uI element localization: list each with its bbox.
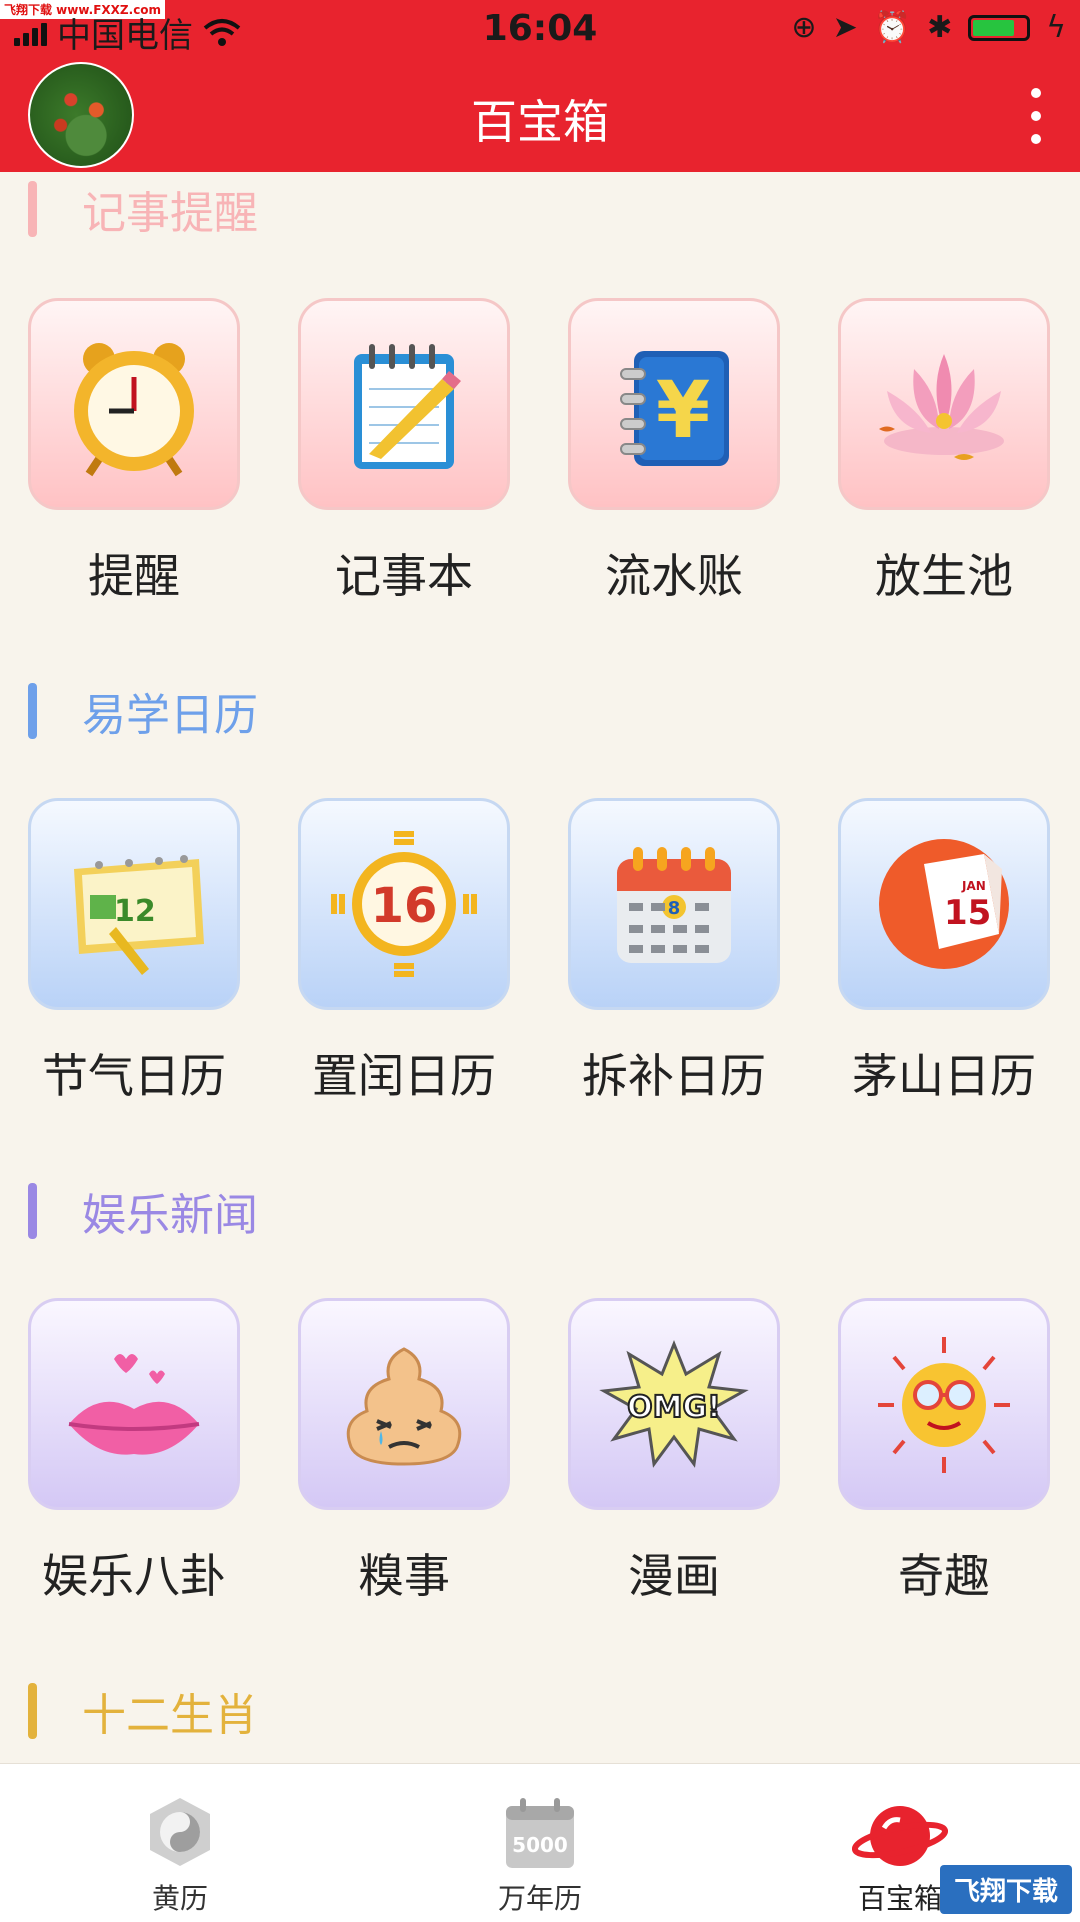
section-header-calendars: 易学日历: [28, 682, 258, 741]
section-accent-bar: [28, 181, 37, 237]
jan-15-calendar-icon: JAN 15: [838, 798, 1050, 1010]
section-accent-bar: [28, 683, 37, 739]
tile-oddities[interactable]: 奇趣: [838, 1298, 1050, 1606]
svg-text:5000: 5000: [512, 1833, 568, 1857]
svg-text:OMG!: OMG!: [627, 1390, 721, 1425]
battery-icon: [968, 14, 1031, 41]
tile-release-pond[interactable]: 放生池: [838, 298, 1050, 606]
alarm-icon: ⏰: [873, 10, 912, 45]
tile-label: 提醒: [88, 549, 180, 603]
yen-ledger-icon: ¥: [568, 298, 780, 510]
page-title: 百宝箱: [471, 95, 609, 149]
tab-bar: 黄历 5000 万年历 百宝箱 飞翔下载: [0, 1763, 1080, 1922]
tile-split-calendar[interactable]: 8 拆补日历: [568, 798, 780, 1106]
svg-text:15: 15: [944, 893, 991, 933]
yin-yang-icon: [150, 1798, 210, 1866]
app-header: 百宝箱: [0, 58, 1080, 172]
section-header-entertainment: 娱乐新闻: [28, 1182, 258, 1241]
tab-label: 黄历: [151, 1882, 208, 1915]
section-title: 娱乐新闻: [82, 1190, 258, 1241]
tile-label: 茅山日历: [852, 1049, 1036, 1103]
bagua-16-icon: 16: [298, 798, 510, 1010]
tile-comics[interactable]: OMG! 漫画: [568, 1298, 780, 1606]
lips-icon: [28, 1298, 240, 1510]
tile-label: 流水账: [605, 549, 743, 603]
tile-solar-term-calendar[interactable]: 12 节气日历: [28, 798, 240, 1106]
section-title: 记事提醒: [82, 188, 258, 239]
bluetooth-icon: ✱: [927, 10, 953, 45]
tile-notebook[interactable]: 记事本: [298, 298, 510, 606]
status-bar: 飞翔下载 www.FXXZ.com 中国电信 16:04 ⊕ ➤ ⏰ ✱ ϟ: [0, 0, 1080, 58]
svg-text:16: 16: [371, 878, 438, 934]
section-accent-bar: [28, 1683, 37, 1739]
tile-ledger[interactable]: ¥ 流水账: [568, 298, 780, 606]
section-header-reminders: 记事提醒: [28, 180, 258, 239]
tile-label: 放生池: [875, 549, 1013, 603]
tile-leap-calendar[interactable]: 16 置闰日历: [298, 798, 510, 1106]
lotus-icon: [838, 298, 1050, 510]
tile-label: 节气日历: [42, 1049, 226, 1103]
section-title: 十二生肖: [82, 1690, 258, 1741]
notepad-pencil-icon: [298, 298, 510, 510]
status-right: ⊕ ➤ ⏰ ✱ ϟ: [791, 10, 1066, 45]
tile-label: 置闰日历: [312, 1049, 496, 1103]
watermark-logo: 飞翔下载: [939, 1865, 1072, 1914]
section-title: 易学日历: [82, 690, 258, 741]
tile-label: 糗事: [358, 1549, 450, 1603]
tile-funny[interactable]: 糗事: [298, 1298, 510, 1606]
charging-icon: ϟ: [1046, 10, 1066, 45]
tile-label: 记事本: [335, 549, 473, 603]
section-header-zodiac: 十二生肖: [28, 1682, 258, 1741]
svg-text:JAN: JAN: [961, 879, 986, 893]
tile-label: 奇趣: [898, 1549, 990, 1603]
omg-comic-icon: OMG!: [568, 1298, 780, 1510]
tile-label: 娱乐八卦: [42, 1549, 226, 1603]
sun-sunglasses-icon: [838, 1298, 1050, 1510]
tab-almanac[interactable]: 黄历: [60, 1764, 300, 1922]
planet-icon: [852, 1806, 948, 1866]
section-accent-bar: [28, 1183, 37, 1239]
rotation-lock-icon: ⊕: [791, 10, 817, 45]
tile-reminder[interactable]: 提醒: [28, 298, 240, 606]
svg-text:12: 12: [114, 894, 156, 929]
tab-perpetual-calendar[interactable]: 5000 万年历: [420, 1764, 660, 1922]
svg-text:¥: ¥: [656, 366, 710, 456]
svg-text:8: 8: [668, 898, 681, 919]
desk-calendar-8-icon: 8: [568, 798, 780, 1010]
location-arrow-icon: ➤: [832, 10, 858, 45]
tab-label: 万年历: [497, 1882, 582, 1915]
calendar-5000-icon: 5000: [506, 1798, 574, 1868]
crying-poop-icon: [298, 1298, 510, 1510]
tile-label: 漫画: [628, 1549, 720, 1603]
solar-term-calendar-icon: 12: [28, 798, 240, 1010]
tile-gossip[interactable]: 娱乐八卦: [28, 1298, 240, 1606]
more-menu-icon[interactable]: [1030, 88, 1042, 144]
tile-maoshan-calendar[interactable]: JAN 15 茅山日历: [838, 798, 1050, 1106]
alarm-clock-icon: [28, 298, 240, 510]
tile-label: 拆补日历: [582, 1049, 766, 1103]
